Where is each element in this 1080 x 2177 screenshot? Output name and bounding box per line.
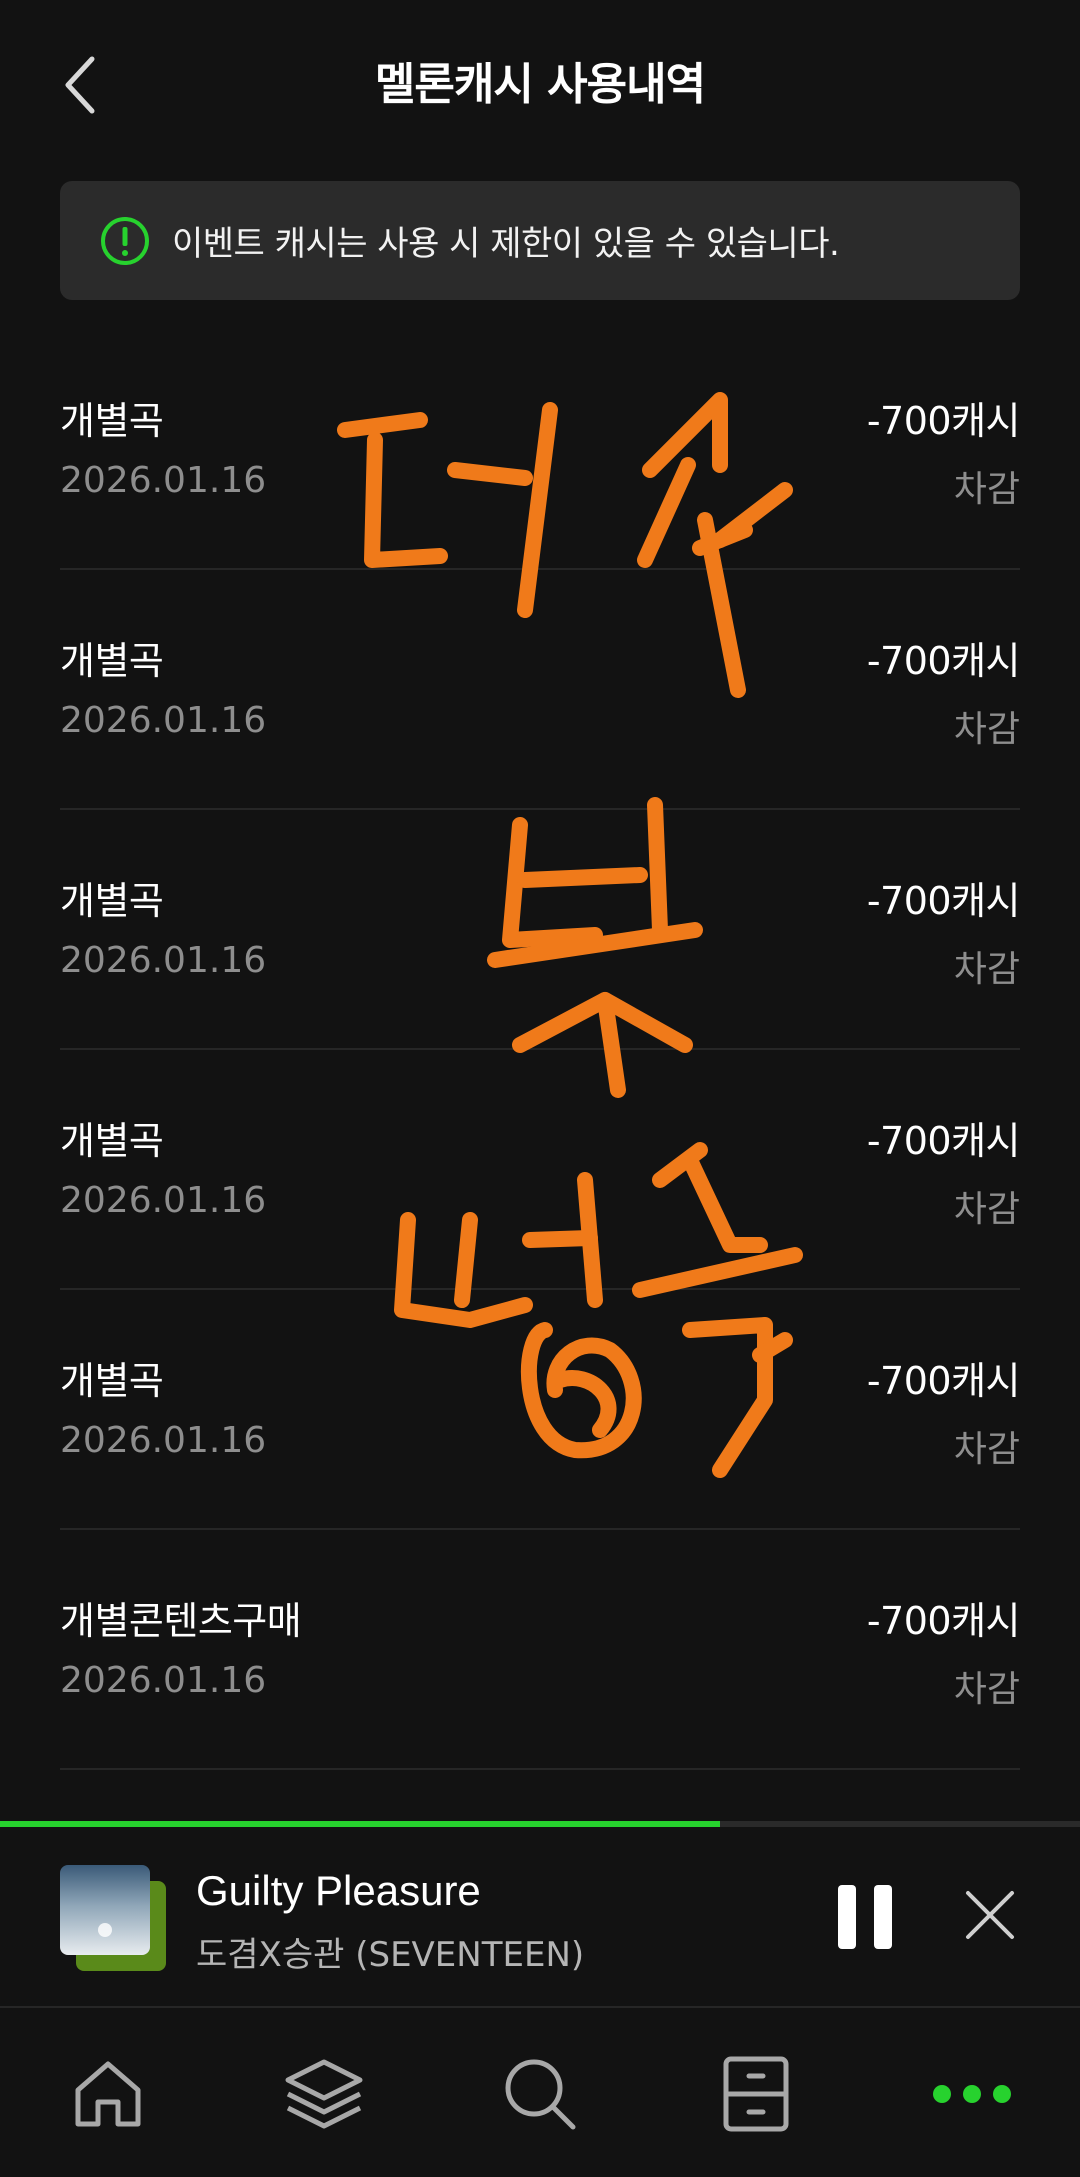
search-icon xyxy=(505,2059,576,2129)
info-exclamation-icon xyxy=(101,216,149,265)
transaction-row[interactable]: 개별곡 2026.01.16 -700캐시 차감 xyxy=(60,570,1021,810)
transaction-status: 차감 xyxy=(953,709,1020,750)
home-icon xyxy=(75,2061,141,2126)
app-screen: 멜론캐시 사용내역 이벤트 캐시는 사용 시 제한이 있을 수 있습니다. 개별… xyxy=(0,0,1080,2177)
nav-library[interactable] xyxy=(216,2010,432,2177)
transaction-amount: -700캐시 xyxy=(866,879,1021,923)
close-icon xyxy=(966,1891,1014,1939)
song-title[interactable]: Guilty Pleasure xyxy=(196,1867,481,1915)
notice-banner: 이벤트 캐시는 사용 시 제한이 있을 수 있습니다. xyxy=(60,181,1020,300)
pause-icon xyxy=(874,1885,892,1949)
album-art-detail xyxy=(98,1923,112,1937)
transaction-status: 차감 xyxy=(953,949,1020,990)
bottom-nav xyxy=(0,2010,1080,2177)
pause-icon xyxy=(838,1885,856,1949)
transaction-row[interactable]: 개별곡 2026.01.16 -700캐시 차감 xyxy=(60,330,1021,570)
transaction-row[interactable]: 개별콘텐츠구매 2026.01.16 -700캐시 차감 xyxy=(60,1530,1021,1770)
transaction-status: 차감 xyxy=(953,469,1020,510)
nav-storage[interactable] xyxy=(648,2010,864,2177)
transaction-row[interactable]: 개별곡 2026.01.16 -700캐시 차감 xyxy=(60,810,1021,1050)
album-art-cover xyxy=(60,1865,150,1955)
transaction-amount: -700캐시 xyxy=(866,1359,1021,1403)
transaction-title: 개별곡 xyxy=(60,399,164,443)
transaction-title: 개별곡 xyxy=(60,1119,164,1163)
transaction-title: 개별곡 xyxy=(60,879,164,923)
transaction-amount: -700캐시 xyxy=(866,399,1021,443)
close-player-button[interactable] xyxy=(960,1885,1020,1945)
transaction-date: 2026.01.16 xyxy=(60,940,267,981)
drawer-icon xyxy=(723,2056,789,2131)
transaction-date: 2026.01.16 xyxy=(60,1660,267,1701)
transaction-status: 차감 xyxy=(953,1669,1020,1710)
page-title: 멜론캐시 사용내역 xyxy=(374,59,706,110)
transaction-date: 2026.01.16 xyxy=(60,1180,267,1221)
transaction-date: 2026.01.16 xyxy=(60,700,267,741)
transaction-row[interactable]: 개별곡 2026.01.16 -700캐시 차감 xyxy=(60,1050,1021,1290)
nav-home[interactable] xyxy=(0,2010,216,2177)
transaction-list: 개별곡 2026.01.16 -700캐시 차감 개별곡 2026.01.16 … xyxy=(60,330,1021,1770)
transaction-amount: -700캐시 xyxy=(866,639,1021,683)
transaction-status: 차감 xyxy=(953,1429,1020,1470)
notice-text: 이벤트 캐시는 사용 시 제한이 있을 수 있습니다. xyxy=(172,224,840,264)
transaction-date: 2026.01.16 xyxy=(60,460,267,501)
header: 멜론캐시 사용내역 xyxy=(0,0,1080,170)
nav-more[interactable] xyxy=(864,2010,1080,2177)
album-art[interactable] xyxy=(60,1865,166,1971)
transaction-date: 2026.01.16 xyxy=(60,1420,267,1461)
nav-search[interactable] xyxy=(432,2010,648,2177)
transaction-title: 개별콘텐츠구매 xyxy=(60,1599,302,1643)
transaction-title: 개별곡 xyxy=(60,1359,164,1403)
layers-icon xyxy=(285,2059,363,2128)
song-artist[interactable]: 도겸X승관 (SEVENTEEN) xyxy=(196,1927,584,1976)
transaction-status: 차감 xyxy=(953,1189,1020,1230)
mini-player[interactable]: Guilty Pleasure 도겸X승관 (SEVENTEEN) xyxy=(0,1827,1080,2008)
more-icon xyxy=(933,2084,1011,2103)
transaction-row[interactable]: 개별곡 2026.01.16 -700캐시 차감 xyxy=(60,1290,1021,1530)
transaction-title: 개별곡 xyxy=(60,639,164,683)
pause-button[interactable] xyxy=(838,1885,892,1949)
transaction-amount: -700캐시 xyxy=(866,1599,1021,1643)
transaction-amount: -700캐시 xyxy=(866,1119,1021,1163)
